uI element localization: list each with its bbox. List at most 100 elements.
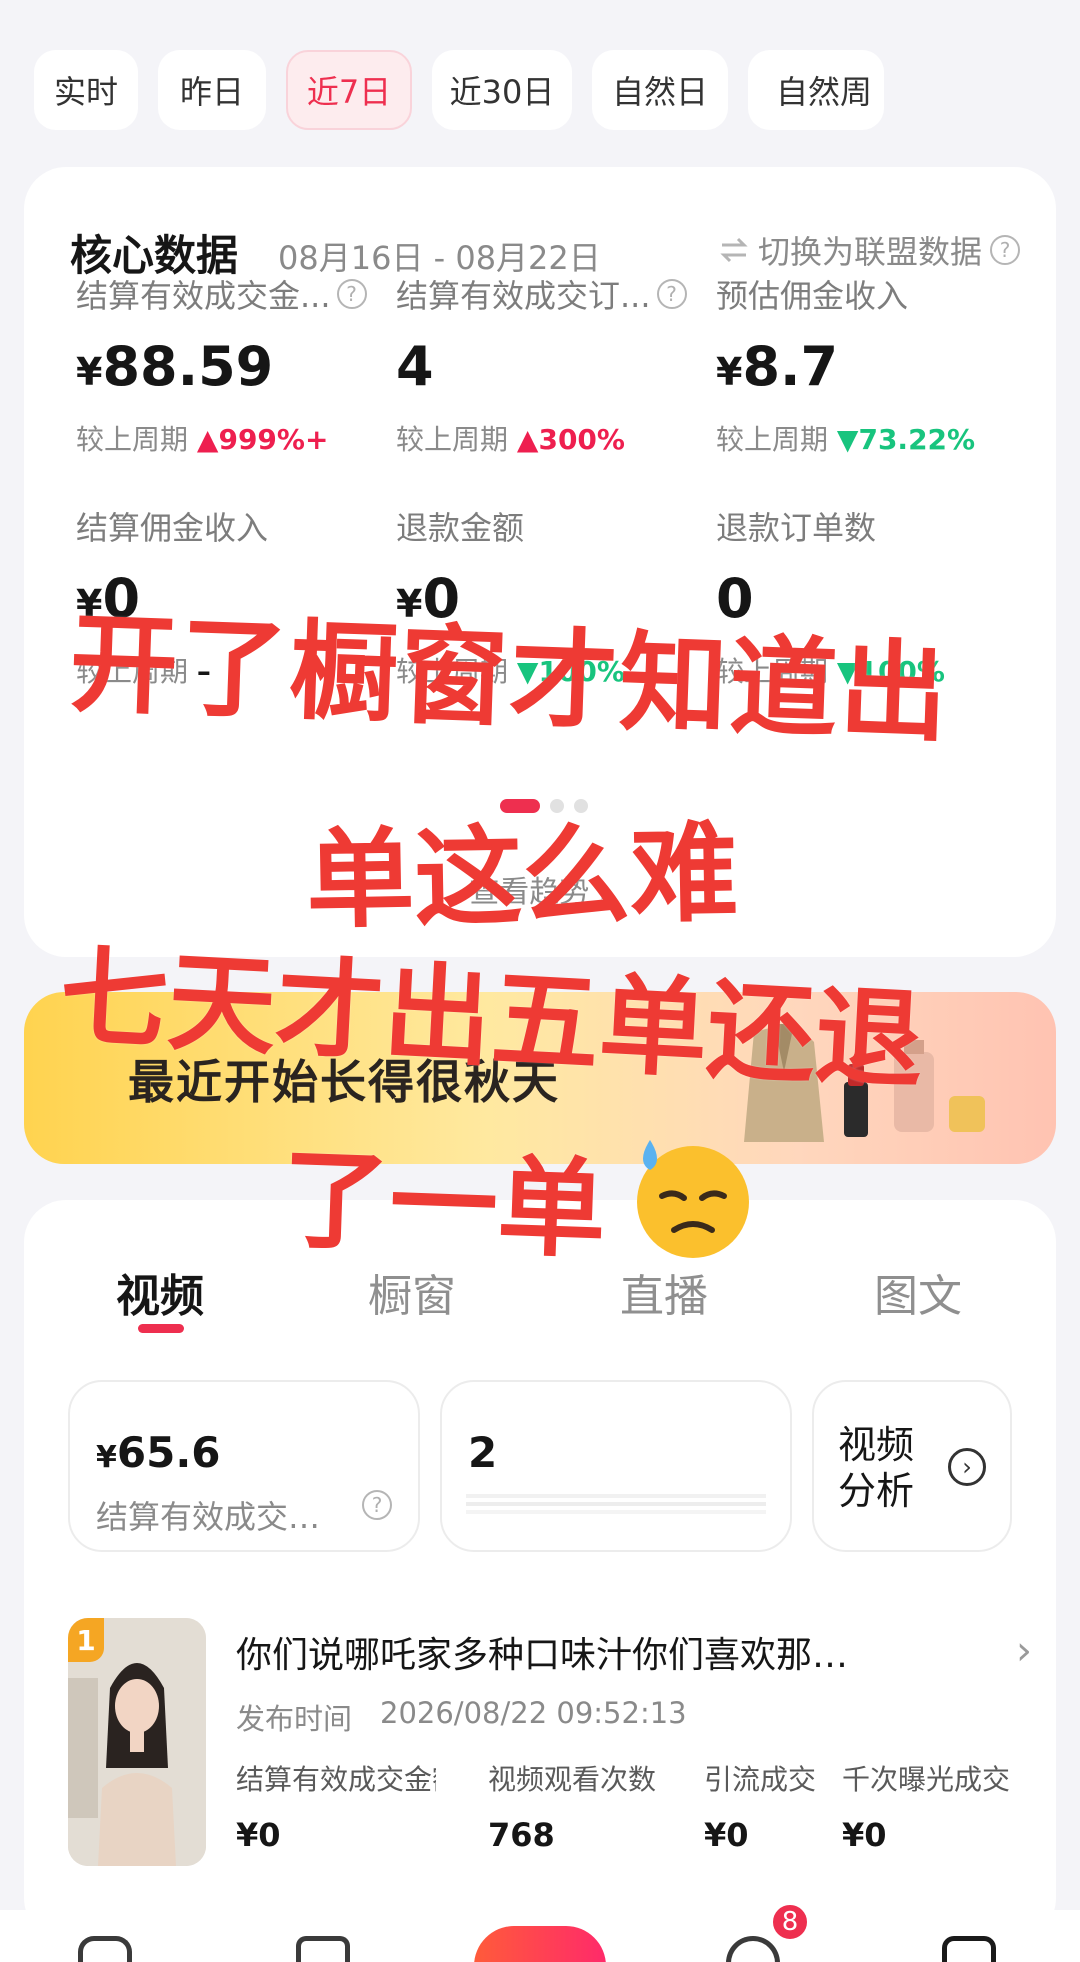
switch-label: 切换为联盟数据 <box>757 233 982 271</box>
currency-symbol: ¥ <box>76 350 103 394</box>
metric-change: 300% <box>538 423 625 457</box>
help-icon[interactable]: ? <box>656 279 687 309</box>
metric-settled-orders[interactable]: 结算有效成交订...? 4 较上周期 ▲300% <box>396 271 706 458</box>
placeholder-bars <box>466 1494 766 1514</box>
tab-label: 昨日 <box>179 73 244 111</box>
stat-order-count[interactable]: 2 <box>440 1380 792 1552</box>
core-data-card: 核心数据 08月16日 - 08月22日 切换为联盟数据 ? 结算有效成交金..… <box>24 167 1056 957</box>
video-list-item[interactable]: 1 你们说哪吒家多种口味汁你们喜欢那… › 发布时间 2026/08/22 09… <box>68 1618 1038 1868</box>
tab-last-30-days[interactable]: 近30日 <box>432 50 572 130</box>
rank-badge: 1 <box>68 1618 104 1662</box>
metric-value: 4 <box>396 335 434 398</box>
video-metric-label: 千次曝光成交 <box>842 1763 1011 1796</box>
video-metric-label: 引流成交 <box>704 1763 817 1796</box>
metric-settled-gmv[interactable]: 结算有效成交金...? ¥88.59 较上周期 ▲999%+ <box>76 271 386 458</box>
tab-video[interactable]: 视频 <box>116 1260 204 1324</box>
compare-label: 较上周期 <box>76 423 189 457</box>
tab-yesterday[interactable]: 昨日 <box>158 50 266 130</box>
period-tabs: 实时 昨日 近7日 近30日 自然日 自然周 <box>34 50 1080 132</box>
metric-value: 88.59 <box>102 335 274 398</box>
tab-label: 自然周 <box>776 73 873 111</box>
publish-date: 2026/08/22 09:52:13 <box>380 1696 687 1730</box>
tab-label: 自然日 <box>611 73 708 111</box>
help-icon[interactable]: ? <box>990 235 1020 265</box>
metric-label: 退款金额 <box>396 509 525 547</box>
tab-image-text[interactable]: 图文 <box>874 1260 962 1324</box>
metric-label: 结算佣金收入 <box>76 509 269 547</box>
down-arrow-icon: ▼ <box>516 655 539 689</box>
compare-label: 较上周期 <box>396 655 509 689</box>
metric-value: 0 <box>422 567 461 630</box>
metric-settled-commission[interactable]: 结算佣金收入 ¥0 较上周期 – <box>76 503 386 690</box>
tab-label: 实时 <box>53 73 118 111</box>
tab-natural-day[interactable]: 自然日 <box>592 50 728 130</box>
video-metric-value: ¥0 <box>236 1816 281 1854</box>
tab-realtime[interactable]: 实时 <box>34 50 138 130</box>
create-button[interactable] <box>474 1926 606 1962</box>
tab-label: 近30日 <box>449 73 555 111</box>
metric-change: 73.22% <box>858 423 976 457</box>
help-icon[interactable]: ? <box>336 279 367 309</box>
tab-last-7-days[interactable]: 近7日 <box>286 50 412 130</box>
page-indicator <box>500 799 588 813</box>
switch-to-alliance-button[interactable]: 切换为联盟数据 ? <box>718 227 1020 273</box>
publish-date-label: 发布时间 <box>236 1702 353 1736</box>
chevron-right-icon[interactable]: › <box>1016 1628 1032 1674</box>
stat-value: 2 <box>468 1428 498 1477</box>
video-metric-cpm-deals: 千次曝光成交 ¥0 <box>842 1758 1038 1854</box>
video-metric-traffic-deals: 引流成交 ¥0 <box>704 1758 824 1854</box>
down-arrow-icon: ▼ <box>836 423 859 457</box>
tab-label: 近7日 <box>306 73 392 111</box>
page-dot <box>550 799 564 813</box>
video-analysis-label: 视频分析 <box>838 1423 915 1514</box>
video-metric-value: ¥0 <box>704 1816 749 1854</box>
compare-label: 较上周期 <box>396 423 509 457</box>
metric-value: 0 <box>102 567 141 630</box>
page-dot-active <box>500 799 540 813</box>
metric-change: 999%+ <box>218 423 329 457</box>
tab-live[interactable]: 直播 <box>620 1260 708 1324</box>
tab-natural-week[interactable]: 自然周 <box>748 50 884 130</box>
currency-symbol: ¥ <box>76 582 103 626</box>
metric-label: 结算有效成交金... <box>76 277 331 315</box>
bottom-nav: 8 <box>0 1902 1080 1962</box>
up-arrow-icon: ▲ <box>196 423 219 457</box>
stat-settled-gmv[interactable]: ¥65.6 结算有效成交… ? <box>68 1380 420 1552</box>
home-icon[interactable] <box>78 1936 132 1962</box>
metric-change: 100% <box>858 655 945 689</box>
active-tab-indicator <box>138 1324 184 1333</box>
metric-estimated-commission[interactable]: 预估佣金收入 ¥8.7 较上周期 ▼73.22% <box>716 271 1026 458</box>
promo-banner[interactable]: 最近开始长得很秋天 <box>24 992 1056 1164</box>
message-icon[interactable] <box>726 1936 780 1962</box>
page-dot <box>574 799 588 813</box>
video-metric-value: ¥0 <box>842 1816 887 1854</box>
autumn-products-illustration <box>744 1022 985 1142</box>
stat-label: 结算有效成交… <box>96 1498 321 1536</box>
tab-showcase[interactable]: 橱窗 <box>368 1260 456 1324</box>
video-metric-label: 结算有效成交金额 <box>236 1763 436 1796</box>
chevron-right-circle-icon: › <box>948 1448 986 1486</box>
compare-label: 较上周期 <box>76 655 189 689</box>
metric-label: 退款订单数 <box>716 509 877 547</box>
help-icon[interactable]: ? <box>362 1490 392 1520</box>
view-trend-link[interactable]: 查看趋势 › <box>24 867 1056 911</box>
currency-symbol: ¥ <box>96 1440 117 1475</box>
metric-refund-amount[interactable]: 退款金额 ¥0 较上周期 ▼100% <box>396 503 706 690</box>
currency-symbol: ¥ <box>396 582 423 626</box>
profile-icon[interactable] <box>942 1936 996 1962</box>
swap-icon <box>720 237 748 263</box>
metric-label: 预估佣金收入 <box>716 277 909 315</box>
metric-label: 结算有效成交订... <box>396 277 651 315</box>
video-metric-value: 768 <box>488 1816 555 1854</box>
metric-change: – <box>196 655 211 689</box>
metric-value: 8.7 <box>742 335 839 398</box>
content-performance-card: 视频 橱窗 直播 图文 ¥65.6 结算有效成交… ? 2 视频分析 › 1 你… <box>24 1200 1056 1940</box>
metric-refund-orders[interactable]: 退款订单数 0 较上周期 ▼100% <box>716 503 1026 690</box>
shop-icon[interactable] <box>296 1936 350 1962</box>
video-analysis-button[interactable]: 视频分析 › <box>812 1380 1012 1552</box>
video-metric-label: 视频观看次数 <box>488 1763 657 1796</box>
currency-symbol: ¥ <box>716 350 743 394</box>
banner-text: 最近开始长得很秋天 <box>128 1055 560 1109</box>
video-metric-gmv: 结算有效成交金额 ¥0 <box>236 1758 436 1854</box>
video-thumbnail[interactable]: 1 <box>68 1618 206 1866</box>
